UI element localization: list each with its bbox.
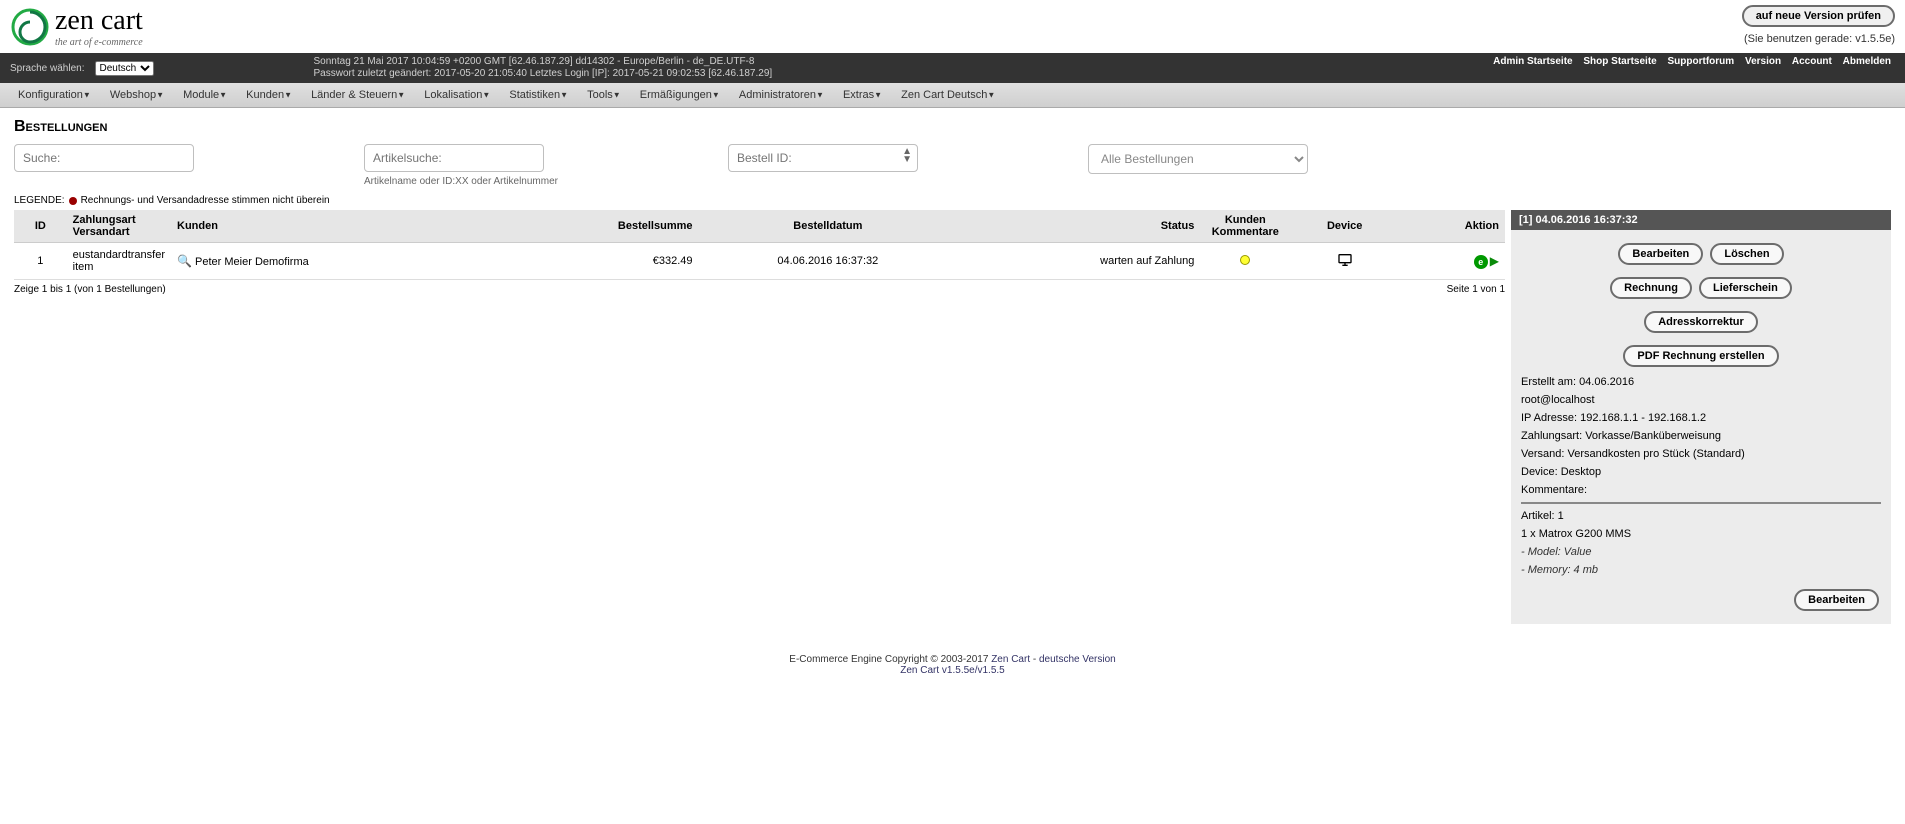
th-device[interactable]: Device: [1290, 210, 1399, 243]
edit-button-bottom[interactable]: Bearbeiten: [1794, 589, 1879, 611]
th-date[interactable]: Bestelldatum: [699, 210, 958, 243]
pager-right: Seite 1 von 1: [1447, 284, 1505, 295]
legend-text: Rechnungs- und Versandadresse stimmen ni…: [81, 195, 330, 206]
article-line: 1 x Matrox G200 MMS: [1521, 528, 1881, 540]
check-version-button[interactable]: auf neue Version prüfen: [1742, 5, 1895, 27]
logo: zen cart the art of e-commerce: [10, 5, 143, 48]
ip-text: IP Adresse: 192.168.1.1 - 192.168.1.2: [1521, 412, 1881, 424]
email-text: root@localhost: [1521, 394, 1881, 406]
language-label: Sprache wählen:: [10, 63, 85, 74]
current-version-text: (Sie benutzen gerade: v1.5.5e): [1742, 33, 1895, 45]
footer-link-de[interactable]: deutsche Version: [1039, 654, 1116, 665]
shipping-text: Versand: Versandkosten pro Stück (Standa…: [1521, 448, 1881, 460]
edit-order-icon[interactable]: e: [1474, 255, 1488, 269]
menu-lokalisation[interactable]: Lokalisation▼: [416, 83, 498, 107]
menu-laender[interactable]: Länder & Steuern▼: [303, 83, 413, 107]
created-text: Erstellt am: 04.06.2016: [1521, 376, 1881, 388]
orders-table: ID Zahlungsart Versandart Kunden Bestell…: [14, 210, 1505, 280]
th-total[interactable]: Bestellsumme: [500, 210, 698, 243]
table-row[interactable]: 1 eustandardtransfer item 🔍 Peter Meier …: [14, 243, 1505, 280]
comments-text: Kommentare:: [1521, 484, 1881, 496]
th-payment[interactable]: Zahlungsart Versandart: [67, 210, 171, 243]
status-login-info: Passwort zuletzt geändert: 2017-05-20 21…: [314, 68, 773, 80]
logo-subtitle: the art of e-commerce: [55, 37, 143, 48]
desktop-icon: [1337, 252, 1353, 268]
invoice-button[interactable]: Rechnung: [1610, 277, 1692, 299]
status-datetime: Sonntag 21 Mai 2017 10:04:59 +0200 GMT […: [314, 56, 773, 68]
menu-kunden[interactable]: Kunden▼: [238, 83, 300, 107]
footer-version-link[interactable]: Zen Cart v1.5.5e/v1.5.5: [900, 665, 1005, 676]
th-id[interactable]: ID: [14, 210, 67, 243]
cell-comments: [1200, 243, 1290, 280]
legend-label: LEGENDE:: [14, 195, 65, 206]
menu-zencart-de[interactable]: Zen Cart Deutsch▼: [893, 83, 1003, 107]
payment-text: Zahlungsart: Vorkasse/Banküberweisung: [1521, 430, 1881, 442]
cell-action: e▶: [1399, 243, 1505, 280]
th-comments[interactable]: Kunden Kommentare: [1200, 210, 1290, 243]
comment-dot-icon: [1240, 255, 1250, 265]
article-attr-2: - Memory: 4 mb: [1521, 564, 1881, 576]
footer-link-zencart[interactable]: Zen Cart: [991, 654, 1030, 665]
pager-left: Zeige 1 bis 1 (von 1 Bestellungen): [14, 284, 166, 295]
th-action[interactable]: Aktion: [1399, 210, 1505, 243]
link-version[interactable]: Version: [1741, 56, 1785, 67]
link-account[interactable]: Account: [1788, 56, 1836, 67]
select-arrow-icon[interactable]: ▶: [1490, 254, 1499, 268]
th-status[interactable]: Status: [957, 210, 1200, 243]
link-shop-home[interactable]: Shop Startseite: [1579, 56, 1660, 67]
menu-tools[interactable]: Tools▼: [579, 83, 629, 107]
magnify-icon[interactable]: 🔍: [177, 254, 192, 268]
page-footer: E-Commerce Engine Copyright © 2003-2017 …: [0, 654, 1905, 676]
link-supportforum[interactable]: Supportforum: [1664, 56, 1739, 67]
th-customers[interactable]: Kunden: [171, 210, 500, 243]
page-title: Bestellungen: [14, 118, 1891, 136]
pdf-invoice-button[interactable]: PDF Rechnung erstellen: [1623, 345, 1778, 367]
articles-head: Artikel: 1: [1521, 510, 1881, 522]
delete-button[interactable]: Löschen: [1710, 243, 1783, 265]
cell-device: [1290, 243, 1399, 280]
cell-date: 04.06.2016 16:37:32: [699, 243, 958, 280]
status-filter-select[interactable]: Alle Bestellungen: [1088, 144, 1308, 174]
address-button[interactable]: Adresskorrektur: [1644, 311, 1758, 333]
zen-swirl-icon: [10, 7, 50, 47]
order-id-input[interactable]: [728, 144, 918, 172]
cell-status: warten auf Zahlung: [957, 243, 1200, 280]
article-search-input[interactable]: [364, 144, 544, 172]
menu-ermaessigungen[interactable]: Ermäßigungen▼: [632, 83, 728, 107]
article-attr-1: - Model: Value: [1521, 546, 1881, 558]
menu-administratoren[interactable]: Administratoren▼: [731, 83, 832, 107]
cell-customer: 🔍 Peter Meier Demofirma: [171, 243, 500, 280]
link-admin-home[interactable]: Admin Startseite: [1489, 56, 1576, 67]
device-text: Device: Desktop: [1521, 466, 1881, 478]
cell-payment: eustandardtransfer item: [67, 243, 171, 280]
article-search-help: Artikelname oder ID:XX oder Artikelnumme…: [364, 176, 558, 187]
language-select[interactable]: Deutsch: [95, 61, 154, 76]
menu-webshop[interactable]: Webshop▼: [102, 83, 172, 107]
menu-module[interactable]: Module▼: [175, 83, 235, 107]
edit-button[interactable]: Bearbeiten: [1618, 243, 1703, 265]
packingslip-button[interactable]: Lieferschein: [1699, 277, 1792, 299]
order-id-spinner-icon[interactable]: ▲▼: [902, 148, 912, 164]
link-logout[interactable]: Abmelden: [1839, 56, 1895, 67]
menu-konfiguration[interactable]: Konfiguration▼: [10, 83, 99, 107]
cell-total: €332.49: [500, 243, 698, 280]
menu-extras[interactable]: Extras▼: [835, 83, 890, 107]
sidebar-header: [1] 04.06.2016 16:37:32: [1511, 210, 1891, 230]
main-menu: Konfiguration▼ Webshop▼ Module▼ Kunden▼ …: [0, 83, 1905, 108]
legend-dot-icon: [69, 197, 77, 205]
search-input[interactable]: [14, 144, 194, 172]
cell-id: 1: [14, 243, 67, 280]
logo-title: zen cart: [55, 5, 143, 37]
menu-statistiken[interactable]: Statistiken▼: [501, 83, 576, 107]
